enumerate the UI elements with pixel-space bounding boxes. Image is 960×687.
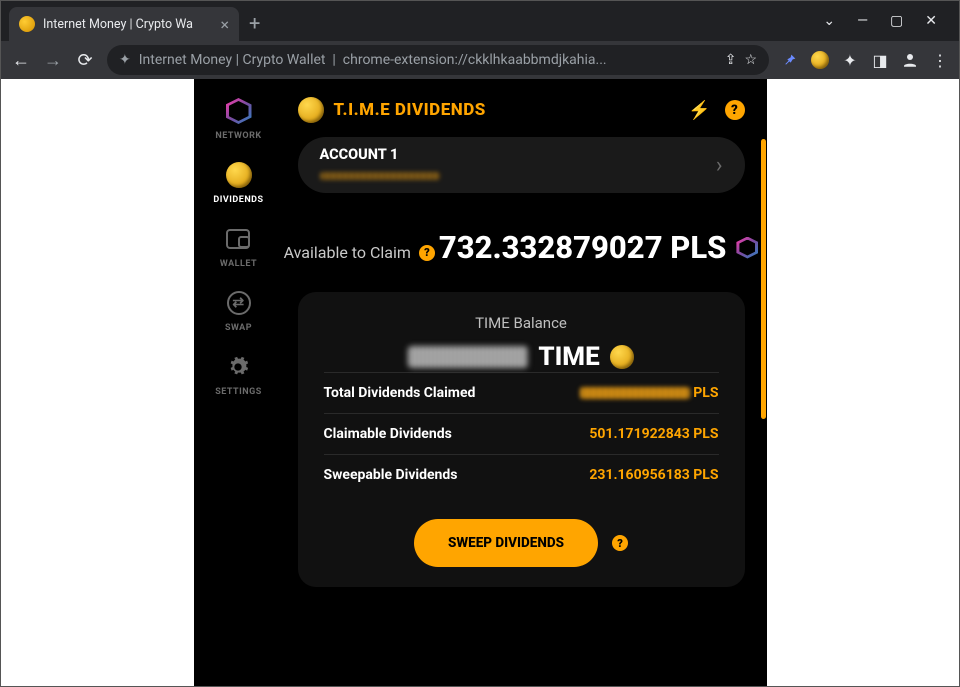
sidebar: NETWORK DIVIDENDS WALLET ⇄ SWAP bbox=[194, 79, 284, 686]
page-header: T.I.M.E DIVIDENDS ⚡ ? bbox=[284, 97, 759, 137]
claim-summary: Available to Claim ? 732.332879027 PLS bbox=[284, 223, 759, 266]
stat-row-claimable: Claimable Dividends 501.171922843 PLS bbox=[324, 413, 719, 454]
stat-value: 231.160956183 PLS bbox=[589, 467, 718, 483]
wallet-ext-icon[interactable] bbox=[811, 51, 829, 69]
chevron-down-icon[interactable]: ⌄ bbox=[823, 13, 835, 29]
time-coin-icon bbox=[298, 97, 324, 123]
sidebar-label: DIVIDENDS bbox=[213, 195, 263, 205]
window-controls: ⌄ — ▢ ✕ bbox=[809, 13, 951, 41]
favicon-icon bbox=[19, 16, 35, 32]
sidebar-label: WALLET bbox=[220, 259, 257, 269]
tab-title: Internet Money | Crypto Wa bbox=[43, 17, 212, 32]
stat-value: 501.171922843 PLS bbox=[589, 426, 718, 442]
time-balance-row: TIME bbox=[324, 342, 719, 372]
sidebar-item-swap[interactable]: ⇄ SWAP bbox=[225, 289, 253, 333]
balance-panel: TIME Balance TIME Total Dividends Claime… bbox=[298, 292, 745, 587]
sidebar-item-settings[interactable]: SETTINGS bbox=[215, 353, 262, 397]
browser-tab[interactable]: Internet Money | Crypto Wa × bbox=[9, 7, 239, 41]
maximize-icon[interactable]: ▢ bbox=[890, 13, 903, 29]
help-icon[interactable]: ? bbox=[419, 245, 435, 261]
browser-toolbar: ← → ⟳ ✦ Internet Money | Crypto Wallet |… bbox=[1, 41, 959, 79]
sweep-dividends-button[interactable]: SWEEP DIVIDENDS bbox=[414, 519, 598, 567]
account-selector[interactable]: ACCOUNT 1 › bbox=[298, 137, 745, 193]
close-tab-icon[interactable]: × bbox=[220, 15, 229, 34]
sidebar-item-wallet[interactable]: WALLET bbox=[220, 225, 257, 269]
sidebar-item-dividends[interactable]: DIVIDENDS bbox=[213, 161, 263, 205]
stat-value: PLS bbox=[580, 385, 719, 401]
page-title: T.I.M.E DIVIDENDS bbox=[334, 100, 486, 120]
stat-label: Total Dividends Claimed bbox=[324, 385, 476, 401]
extensions-icon[interactable]: ✦ bbox=[841, 51, 859, 69]
scrollbar[interactable] bbox=[761, 139, 766, 419]
stat-label: Claimable Dividends bbox=[324, 426, 452, 442]
bookmark-icon[interactable]: ☆ bbox=[744, 52, 757, 68]
stat-row-sweepable: Sweepable Dividends 231.160956183 PLS bbox=[324, 454, 719, 495]
claim-label: Available to Claim bbox=[284, 243, 411, 262]
extension-puzzle-icon: ✦ bbox=[119, 52, 131, 68]
account-name: ACCOUNT 1 bbox=[320, 146, 440, 163]
time-coin-icon bbox=[610, 345, 634, 369]
address-bar[interactable]: ✦ Internet Money | Crypto Wallet | chrom… bbox=[107, 45, 769, 75]
time-unit: TIME bbox=[538, 342, 599, 372]
network-icon bbox=[225, 97, 253, 125]
minimize-icon[interactable]: — bbox=[857, 13, 868, 29]
chevron-right-icon: › bbox=[716, 153, 723, 178]
kebab-menu-icon[interactable]: ⋮ bbox=[931, 51, 949, 69]
profile-icon[interactable] bbox=[901, 51, 919, 69]
reload-button[interactable]: ⟳ bbox=[75, 50, 95, 71]
cta-row: SWEEP DIVIDENDS ? bbox=[324, 519, 719, 567]
sidepanel-icon[interactable]: ◨ bbox=[871, 51, 889, 69]
stat-label: Sweepable Dividends bbox=[324, 467, 458, 483]
wallet-icon bbox=[224, 225, 252, 253]
dividends-icon bbox=[225, 161, 253, 189]
pls-token-icon bbox=[736, 237, 758, 259]
back-button[interactable]: ← bbox=[11, 50, 31, 71]
main-panel: T.I.M.E DIVIDENDS ⚡ ? ACCOUNT 1 › Av bbox=[284, 79, 767, 686]
swap-icon: ⇄ bbox=[225, 289, 253, 317]
time-balance-hidden bbox=[408, 346, 528, 368]
close-window-icon[interactable]: ✕ bbox=[925, 13, 937, 29]
new-tab-button[interactable]: + bbox=[239, 11, 270, 41]
sidebar-item-network[interactable]: NETWORK bbox=[215, 97, 261, 141]
wallet-app: NETWORK DIVIDENDS WALLET ⇄ SWAP bbox=[194, 79, 767, 686]
sidebar-label: NETWORK bbox=[215, 131, 261, 141]
sidebar-label: SETTINGS bbox=[215, 387, 262, 397]
omnibox-text: Internet Money | Crypto Wallet | chrome-… bbox=[139, 52, 717, 68]
tab-strip: Internet Money | Crypto Wa × + ⌄ — ▢ ✕ bbox=[1, 1, 959, 41]
gear-icon bbox=[224, 353, 252, 381]
account-address-hidden bbox=[320, 165, 440, 184]
sidebar-label: SWAP bbox=[225, 323, 252, 333]
claim-amount: 732.332879027 PLS bbox=[439, 229, 727, 266]
pin-icon[interactable] bbox=[781, 51, 799, 69]
share-icon[interactable]: ⇪ bbox=[725, 52, 737, 68]
panel-title: TIME Balance bbox=[324, 314, 719, 332]
help-icon[interactable]: ? bbox=[725, 100, 745, 120]
forward-button[interactable]: → bbox=[43, 50, 63, 71]
bolt-icon[interactable]: ⚡ bbox=[688, 100, 710, 121]
content-area: NETWORK DIVIDENDS WALLET ⇄ SWAP bbox=[1, 79, 959, 686]
browser-window: Internet Money | Crypto Wa × + ⌄ — ▢ ✕ ←… bbox=[0, 0, 960, 687]
stat-row-total: Total Dividends Claimed PLS bbox=[324, 372, 719, 413]
help-icon[interactable]: ? bbox=[612, 535, 628, 551]
